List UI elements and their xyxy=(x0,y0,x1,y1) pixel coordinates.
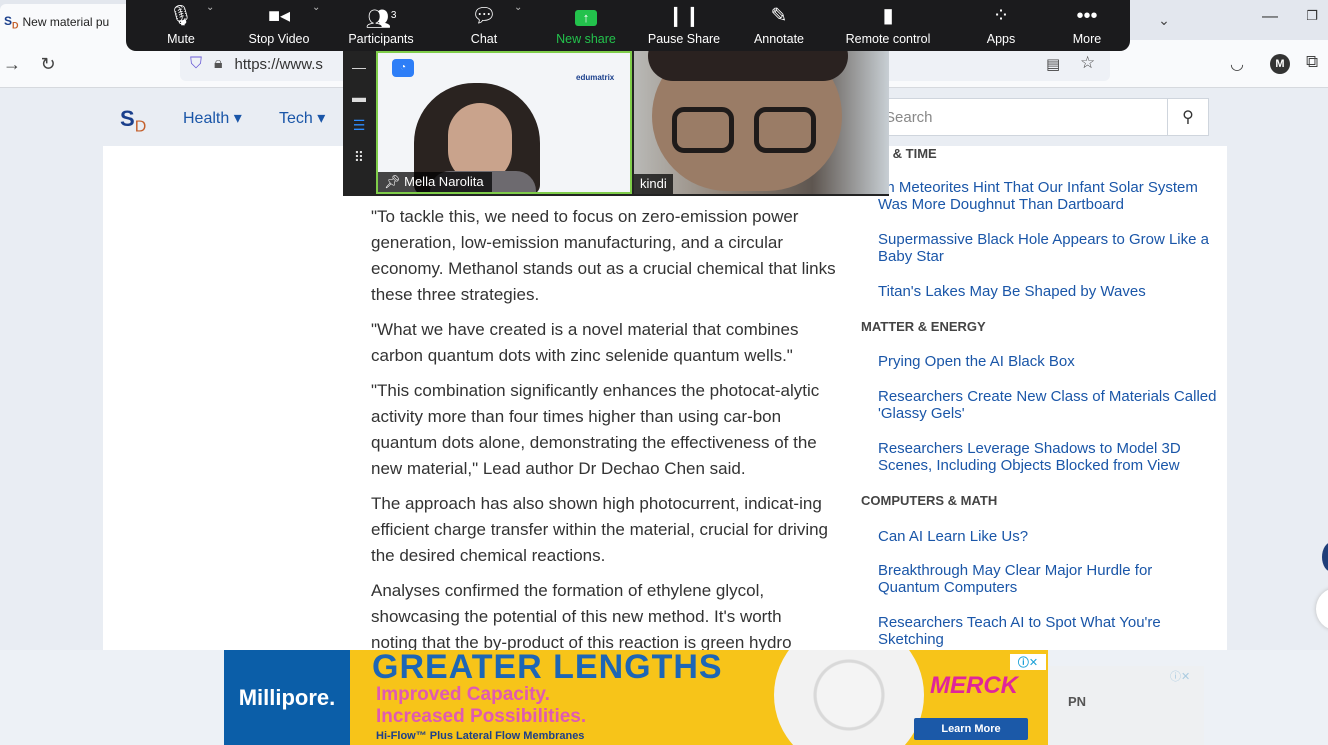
restore-icon[interactable]: ❐ xyxy=(1300,8,1324,32)
chevron-down-icon[interactable]: ⌄ xyxy=(514,2,522,13)
nav-health[interactable]: Health ▾ xyxy=(183,108,242,128)
site-favicon: SD xyxy=(4,13,19,31)
extensions-icon[interactable]: ⧉ xyxy=(1306,52,1318,72)
headline-link[interactable]: Titan's Lakes May Be Shaped by Waves xyxy=(878,283,1218,300)
headline-link[interactable]: Researchers Leverage Shadows to Model 3D… xyxy=(878,440,1218,474)
article-body: "To tackle this, we need to focus on zer… xyxy=(371,204,837,659)
annotate-button[interactable]: ✎ Annotate xyxy=(746,0,812,51)
video-panel-controls: — ▬ ☰ ⠿ xyxy=(343,51,375,196)
participant-name-label: 📌︎ Mella Narolita xyxy=(378,172,492,192)
background-brand: edumatrix xyxy=(576,73,615,82)
video-camera-icon: ■◂ xyxy=(267,5,291,27)
learn-more-button[interactable]: Learn More xyxy=(914,718,1028,740)
chevron-down-icon[interactable]: ⌄ xyxy=(206,2,214,13)
participant-name-label: kindi xyxy=(634,174,673,194)
section-heading: MATTER & ENERGY xyxy=(861,319,986,334)
article-paragraph: "To tackle this, we need to focus on zer… xyxy=(371,207,836,304)
ad-brand-logo[interactable]: Millipore. xyxy=(224,650,350,745)
ad-tagline: Increased Possibilities. xyxy=(376,706,587,727)
ad-product-image xyxy=(774,650,924,745)
share-screen-icon: ↑ xyxy=(550,0,622,32)
side-ad[interactable]: PN ⓘ✕ xyxy=(1048,666,1204,745)
zoom-video-panel: — ▬ ☰ ⠿ ◔ edumatrix 📌︎ Mella Narolita ki… xyxy=(343,51,889,196)
pause-share-button[interactable]: ❙❙ Pause Share xyxy=(644,0,724,51)
minimize-icon[interactable]: — xyxy=(352,59,366,75)
participants-icon: 👥︎3 xyxy=(365,8,397,31)
ad-choices-icon[interactable]: ⓘ✕ xyxy=(1010,654,1046,670)
pencil-icon: ✎ xyxy=(770,5,788,27)
speaker-view-icon[interactable]: ▬ xyxy=(352,89,366,105)
apps-button[interactable]: ⁘ Apps xyxy=(980,0,1022,51)
apps-icon: ⁘ xyxy=(992,5,1010,27)
browser-tab[interactable]: SD New material pu xyxy=(0,4,132,40)
headline-link[interactable]: Breakthrough May Clear Major Hurdle for … xyxy=(878,562,1218,596)
new-share-button[interactable]: ↑ New share xyxy=(550,0,622,51)
chevron-down-icon[interactable]: ⌄ xyxy=(1152,8,1176,32)
chat-button[interactable]: 💬︎ Chat xyxy=(462,0,506,51)
headline-link[interactable]: on Meteorites Hint That Our Infant Solar… xyxy=(878,179,1218,213)
search-input[interactable]: Search xyxy=(868,98,1168,136)
pocket-icon[interactable]: ◡ xyxy=(1230,54,1244,74)
mouse-icon: ▮ xyxy=(882,5,894,27)
headline-link[interactable]: Can AI Learn Like Us? xyxy=(878,528,1218,545)
zoom-share-toolbar: 🎙︎ Mute ⌄ ■◂ Stop Video ⌄ 👥︎3 Participan… xyxy=(126,0,1130,51)
article-paragraph: Analyses confirmed the formation of ethy… xyxy=(371,581,782,626)
more-button[interactable]: ••• More xyxy=(1066,0,1108,51)
article-paragraph: noting that the by-product of this react… xyxy=(371,633,792,650)
arrow-right-icon[interactable]: → xyxy=(0,52,24,76)
lock-icon[interactable]: 🔒︎ xyxy=(214,55,223,73)
participants-button[interactable]: 👥︎3 Participants xyxy=(340,0,422,51)
minimize-icon[interactable]: — xyxy=(1258,8,1282,32)
mute-button[interactable]: 🎙︎ Mute xyxy=(156,0,206,51)
chat-bubble-icon: 💬︎ xyxy=(471,5,497,27)
glasses xyxy=(672,107,734,153)
ad-product-line: Hi-Flow™ Plus Lateral Flow Membranes xyxy=(376,730,585,742)
search-icon[interactable]: ⚲ xyxy=(1167,98,1209,136)
remote-control-button[interactable]: ▮ Remote control xyxy=(836,0,940,51)
pause-icon: ❙❙ xyxy=(667,5,701,27)
url-text[interactable]: https://www.s xyxy=(235,56,323,73)
headline-link[interactable]: Prying Open the AI Black Box xyxy=(878,353,1218,370)
chat-logo-icon: ◔ xyxy=(392,59,414,77)
shield-icon[interactable]: ⛉ xyxy=(190,55,202,73)
account-avatar[interactable]: M xyxy=(1270,54,1290,74)
headline-link[interactable]: Researchers Teach AI to Spot What You're… xyxy=(878,614,1218,648)
microphone-icon: 🎙︎ xyxy=(168,5,194,27)
headline-link[interactable]: Supermassive Black Hole Appears to Grow … xyxy=(878,231,1218,265)
chevron-down-icon[interactable]: ⌄ xyxy=(312,2,320,13)
stop-video-button[interactable]: ■◂ Stop Video xyxy=(238,0,320,51)
glasses xyxy=(754,107,816,153)
site-logo[interactable]: SD xyxy=(120,106,146,136)
filmstrip-view-icon[interactable]: ☰ xyxy=(352,117,366,134)
banner-ad[interactable]: Millipore. GREATER LENGTHS Improved Capa… xyxy=(224,650,1048,745)
article-paragraph: "This combination significantly enhances… xyxy=(371,381,820,478)
reader-view-icon[interactable]: ▤ xyxy=(1046,55,1060,73)
ad-choices-icon[interactable]: ⓘ✕ xyxy=(1170,668,1190,684)
page-content: "To tackle this, we need to focus on zer… xyxy=(103,146,1227,650)
star-icon[interactable]: ☆ xyxy=(1080,53,1095,73)
floating-button[interactable] xyxy=(1322,542,1328,572)
article-paragraph: "What we have created is a novel materia… xyxy=(371,320,799,365)
participant-video-tile[interactable]: kindi xyxy=(634,51,889,194)
reload-icon[interactable]: ↻ xyxy=(36,52,60,76)
gallery-view-icon[interactable]: ⠿ xyxy=(352,149,366,166)
pin-icon: 📌︎ xyxy=(384,174,405,189)
article-paragraph: The approach has also shown high photocu… xyxy=(371,494,828,565)
tab-title: New material pu xyxy=(22,15,110,29)
headline-link[interactable]: Researchers Create New Class of Material… xyxy=(878,388,1218,422)
ad-sponsor-logo[interactable]: MERCK xyxy=(930,672,1018,700)
ad-headline[interactable]: GREATER LENGTHS xyxy=(372,650,723,684)
participant-hair xyxy=(648,51,848,81)
ad-tagline: Improved Capacity. xyxy=(376,684,550,705)
section-heading: COMPUTERS & MATH xyxy=(861,493,998,508)
nav-tech[interactable]: Tech ▾ xyxy=(279,108,325,128)
participant-video-tile[interactable]: ◔ edumatrix 📌︎ Mella Narolita xyxy=(376,51,632,194)
floating-circle-button[interactable] xyxy=(1316,588,1328,630)
side-ad-text: PN xyxy=(1068,694,1087,709)
more-dots-icon: ••• xyxy=(1076,5,1098,27)
